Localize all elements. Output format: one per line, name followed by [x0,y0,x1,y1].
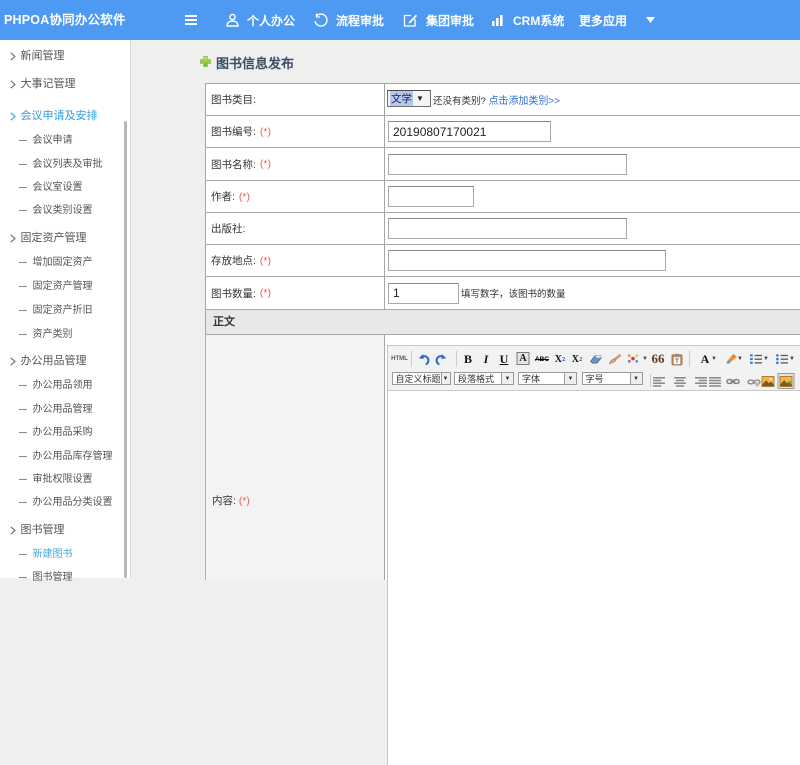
svg-text:T: T [675,358,679,364]
